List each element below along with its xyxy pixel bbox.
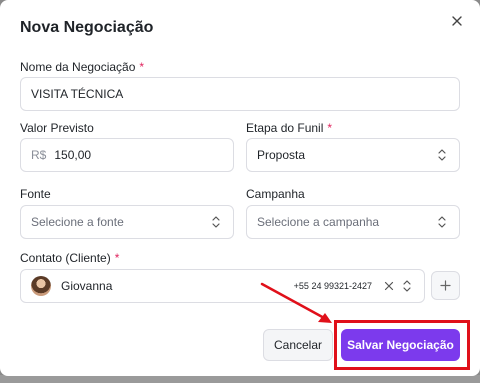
contact-name: Giovanna — [61, 279, 113, 293]
required-mark: * — [139, 60, 145, 74]
campaign-label: Campanha — [246, 187, 305, 201]
chevron-updown-icon — [438, 216, 446, 228]
annotation-arrow-icon — [260, 282, 332, 323]
required-mark: * — [114, 251, 120, 265]
annotation-highlight-box — [334, 320, 470, 370]
campaign-placeholder: Selecione a campanha — [257, 215, 380, 229]
avatar — [31, 276, 51, 296]
funnel-stage-value: Proposta — [257, 148, 306, 162]
clear-icon[interactable] — [384, 281, 394, 291]
modal-title: Nova Negociação — [20, 19, 154, 36]
deal-name-label: Nome da Negociação * — [20, 60, 145, 74]
required-mark: * — [327, 121, 333, 135]
chevron-updown-icon — [403, 280, 411, 292]
close-button[interactable] — [448, 12, 466, 30]
expected-value-label: Valor Previsto — [20, 121, 94, 135]
add-contact-button[interactable] — [431, 271, 460, 300]
deal-name-input[interactable]: VISITA TÉCNICA — [20, 77, 460, 111]
source-label: Fonte — [20, 187, 51, 201]
currency-prefix: R$ — [31, 148, 47, 162]
expected-value-value: 150,00 — [54, 148, 92, 162]
contact-select[interactable]: Giovanna +55 24 99321-2427 — [20, 269, 425, 303]
chevron-updown-icon — [212, 216, 220, 228]
funnel-stage-label: Etapa do Funil * — [246, 121, 333, 135]
expected-value-input[interactable]: R$ 150,00 — [20, 138, 234, 172]
source-select[interactable]: Selecione a fonte — [20, 205, 234, 239]
close-icon — [452, 16, 462, 26]
cancel-button[interactable]: Cancelar — [263, 329, 333, 361]
contact-label: Contato (Cliente) * — [20, 251, 120, 265]
campaign-select[interactable]: Selecione a campanha — [246, 205, 460, 239]
source-placeholder: Selecione a fonte — [31, 215, 124, 229]
deal-name-value: VISITA TÉCNICA — [31, 87, 124, 101]
backdrop — [0, 375, 480, 383]
plus-icon — [440, 280, 451, 291]
funnel-stage-select[interactable]: Proposta — [246, 138, 460, 172]
chevron-updown-icon — [438, 149, 446, 161]
